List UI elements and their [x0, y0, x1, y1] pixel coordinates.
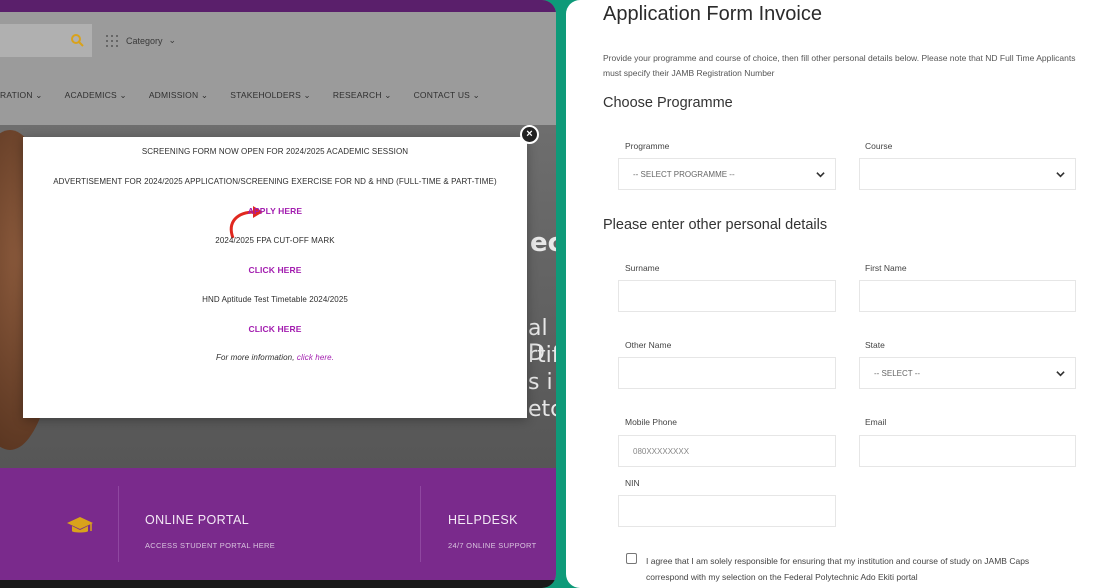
othername-label: Other Name [625, 340, 672, 350]
nav-item-administration[interactable]: RATION ⌄ [0, 90, 43, 101]
more-info-link[interactable]: click here. [297, 353, 334, 362]
email-label: Email [865, 417, 887, 427]
section-heading-personal: Please enter other personal details [603, 217, 828, 233]
course-label: Course [865, 141, 893, 151]
state-select[interactable]: -- SELECT -- [859, 357, 1076, 389]
section-heading-programme: Choose Programme [603, 95, 733, 111]
hero-text-fragment: rtif [528, 343, 556, 368]
email-field[interactable] [859, 435, 1076, 467]
helpdesk-link[interactable]: HELPDESK [448, 513, 518, 527]
hero-text-fragment: etc [528, 397, 556, 422]
mobile-phone-field[interactable]: 080XXXXXXXX [618, 435, 836, 467]
nav-item-research[interactable]: RESEARCH ⌄ [333, 90, 392, 101]
click-here-link[interactable]: CLICK HERE [23, 324, 527, 334]
programme-select[interactable]: -- SELECT PROGRAMME -- [618, 158, 836, 190]
announcement-modal: SCREENING FORM NOW OPEN FOR 2024/2025 AC… [23, 137, 527, 418]
nav-item-contact[interactable]: CONTACT US ⌄ [414, 90, 480, 101]
grid-icon [106, 34, 118, 47]
firstname-field[interactable] [859, 280, 1076, 312]
hero-text-fragment: s i [528, 370, 553, 395]
modal-heading: SCREENING FORM NOW OPEN FOR 2024/2025 AC… [141, 147, 409, 156]
divider [118, 486, 119, 562]
timetable-text: HND Aptitude Test Timetable 2024/2025 [202, 295, 348, 304]
online-portal-link[interactable]: ONLINE PORTAL [145, 513, 249, 527]
graduation-cap-icon [67, 517, 93, 533]
main-nav: RATION ⌄ ACADEMICS ⌄ ADMISSION ⌄ STAKEHO… [0, 90, 556, 101]
cutoff-mark-text: 2024/2025 FPA CUT-OFF MARK [215, 236, 335, 245]
nav-item-admission[interactable]: ADMISSION ⌄ [149, 90, 208, 101]
close-icon[interactable]: × [520, 125, 539, 144]
chevron-down-icon: ⌄ [168, 35, 177, 45]
category-label: Category [126, 35, 163, 46]
surname-label: Surname [625, 263, 660, 273]
modal-advert-text: ADVERTISEMENT FOR 2024/2025 APPLICATION/… [53, 177, 497, 186]
agree-checkbox[interactable] [626, 553, 637, 564]
agree-text: I agree that I am solely responsible for… [646, 556, 1030, 582]
application-form-panel: Application Form Invoice Provide your pr… [566, 0, 1120, 588]
helpdesk-subtitle: 24/7 ONLINE SUPPORT [448, 541, 537, 550]
mobile-label: Mobile Phone [625, 417, 677, 427]
click-here-link[interactable]: CLICK HERE [23, 265, 527, 275]
state-label: State [865, 340, 885, 350]
chevron-down-icon [1056, 172, 1065, 178]
surname-field[interactable] [618, 280, 836, 312]
nav-item-stakeholders[interactable]: STAKEHOLDERS ⌄ [230, 90, 311, 101]
nin-label: NIN [625, 478, 640, 488]
category-dropdown[interactable]: Category ⌄ [104, 24, 176, 57]
search-icon[interactable] [70, 33, 84, 47]
firstname-label: First Name [865, 263, 907, 273]
divider [420, 486, 421, 562]
programme-label: Programme [625, 141, 670, 151]
course-select[interactable] [859, 158, 1076, 190]
bottom-strip [0, 580, 556, 588]
page-title: Application Form Invoice [603, 3, 822, 25]
online-portal-subtitle: ACCESS STUDENT PORTAL HERE [145, 541, 276, 550]
chevron-down-icon [816, 172, 825, 178]
website-screenshot-panel: Category ⌄ RATION ⌄ ACADEMICS ⌄ ADMISSIO… [0, 0, 556, 588]
apply-here-link[interactable]: APPLY HERE [23, 206, 527, 216]
nin-field[interactable] [618, 495, 836, 527]
top-strip [0, 0, 556, 12]
othername-field[interactable] [618, 357, 836, 389]
hero-text-fragment: ec [530, 228, 556, 258]
nav-item-academics[interactable]: ACADEMICS ⌄ [65, 90, 127, 101]
form-description: Provide your programme and course of cho… [603, 53, 1076, 78]
more-info-text: For more information, click here. [215, 353, 335, 362]
chevron-down-icon [1056, 371, 1065, 377]
